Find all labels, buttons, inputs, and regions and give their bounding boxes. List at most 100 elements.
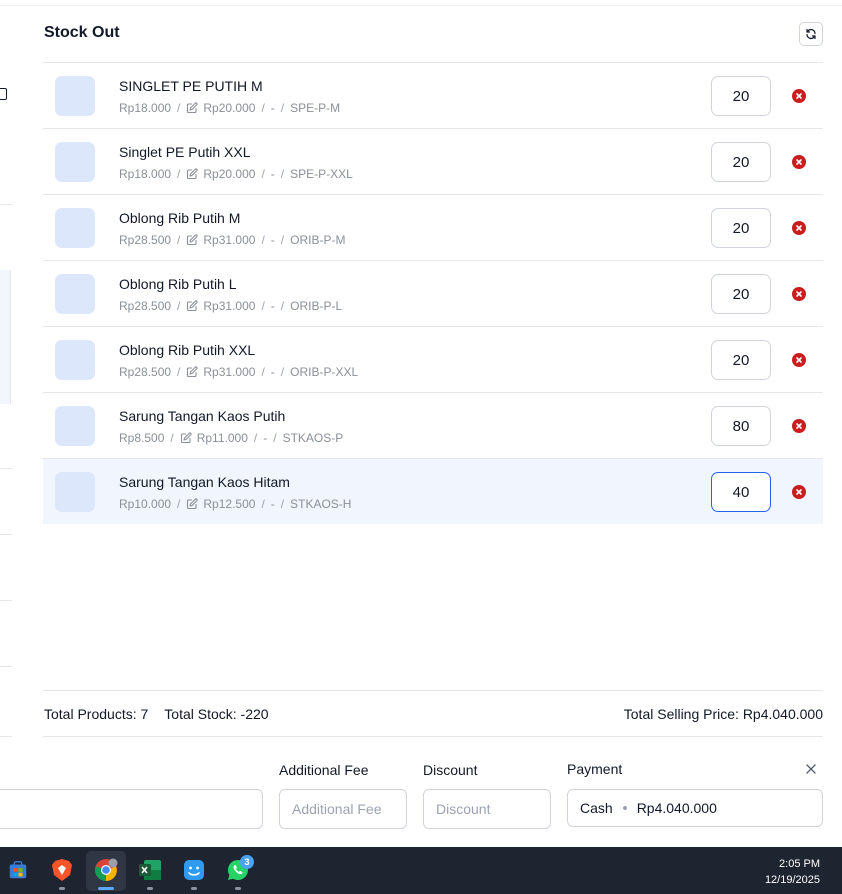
- product-meta: Rp28.500 / Rp31.000 / - / ORIB-P-M: [119, 233, 345, 247]
- quantity-input[interactable]: [711, 76, 771, 116]
- product-cost-price: Rp28.500: [119, 365, 172, 379]
- product-sku: ORIB-P-M: [290, 233, 346, 247]
- quantity-input[interactable]: [711, 142, 771, 182]
- meta-separator: /: [177, 233, 181, 247]
- taskbar-indicator: [191, 887, 197, 890]
- meta-separator: /: [280, 233, 285, 247]
- product-sku: ORIB-P-L: [290, 299, 343, 313]
- product-row[interactable]: Oblong Rib Putih L Rp28.500 / Rp31.000 /…: [43, 260, 823, 326]
- meta-separator: /: [261, 233, 265, 247]
- top-divider: [0, 5, 842, 6]
- additional-fee-input[interactable]: [279, 789, 407, 829]
- meta-separator: /: [280, 365, 285, 379]
- product-row[interactable]: Singlet PE Putih XXL Rp18.000 / Rp20.000…: [43, 128, 823, 194]
- meta-separator: /: [261, 101, 265, 115]
- left-divider: [0, 468, 12, 469]
- quantity-input[interactable]: [711, 274, 771, 314]
- left-divider: [0, 534, 12, 535]
- remove-item-button[interactable]: [792, 89, 806, 103]
- excel-button[interactable]: [137, 857, 163, 890]
- payment-label: Payment: [567, 761, 623, 777]
- product-selling-price: Rp12.500: [203, 497, 256, 511]
- product-name: Oblong Rib Putih M: [119, 210, 241, 226]
- product-selling-price: Rp31.000: [203, 299, 256, 313]
- product-meta: Rp28.500 / Rp31.000 / - / ORIB-P-XXL: [119, 365, 358, 379]
- product-row[interactable]: SINGLET PE PUTIH M Rp18.000 / Rp20.000 /…: [43, 62, 823, 128]
- quantity-input[interactable]: [711, 472, 771, 512]
- product-thumbnail: [55, 472, 95, 512]
- left-divider: [0, 204, 12, 205]
- product-cost-price: Rp10.000: [119, 497, 172, 511]
- product-meta: Rp8.500 / Rp11.000 / - / STKAOS-P: [119, 431, 343, 445]
- page-title: Stock Out: [44, 24, 120, 41]
- edit-icon[interactable]: [186, 102, 199, 114]
- quantity-input[interactable]: [711, 208, 771, 248]
- left-divider: [0, 736, 12, 737]
- edit-icon[interactable]: [186, 168, 199, 180]
- meta-separator: /: [177, 101, 181, 115]
- close-icon[interactable]: [804, 762, 818, 776]
- remove-item-button[interactable]: [792, 155, 806, 169]
- additional-fee-label: Additional Fee: [279, 762, 369, 778]
- left-highlight: [0, 270, 11, 404]
- chrome-button[interactable]: [93, 857, 119, 883]
- taskbar-indicator: [59, 887, 65, 890]
- stock-out-page: Stock Out SINGLET PE PUTIH M Rp18.000 / …: [0, 0, 842, 894]
- summary-left: Total Products: 7 Total Stock: -220: [44, 706, 269, 722]
- windows-store-button[interactable]: [5, 857, 31, 883]
- clipped-input[interactable]: [0, 789, 263, 829]
- edit-icon[interactable]: [186, 366, 199, 378]
- remove-item-button[interactable]: [792, 287, 806, 301]
- product-cost-price: Rp8.500: [119, 431, 165, 445]
- clock-time: 2:05 PM: [779, 858, 820, 870]
- brave-button[interactable]: [49, 857, 75, 890]
- product-row[interactable]: Sarung Tangan Kaos Hitam Rp10.000 / Rp12…: [43, 458, 823, 524]
- edit-icon[interactable]: [186, 234, 199, 246]
- product-name: Sarung Tangan Kaos Putih: [119, 408, 286, 424]
- product-variant: -: [270, 167, 275, 181]
- remove-x-icon: [796, 159, 802, 165]
- edit-icon[interactable]: [180, 432, 192, 444]
- product-thumbnail: [55, 340, 95, 380]
- taskbar-indicator: [147, 887, 153, 890]
- meta-separator: /: [261, 497, 265, 511]
- payment-amount: Rp4.040.000: [636, 800, 717, 816]
- product-row[interactable]: Oblong Rib Putih M Rp28.500 / Rp31.000 /…: [43, 194, 823, 260]
- remove-item-button[interactable]: [792, 353, 806, 367]
- edit-icon[interactable]: [186, 498, 199, 510]
- quantity-input[interactable]: [711, 340, 771, 380]
- clipped-icon[interactable]: [0, 88, 7, 100]
- edit-icon[interactable]: [186, 300, 199, 312]
- product-cost-price: Rp28.500: [119, 299, 172, 313]
- product-sku: STKAOS-P: [282, 431, 344, 445]
- product-row[interactable]: Oblong Rib Putih XXL Rp28.500 / Rp31.000…: [43, 326, 823, 392]
- left-panel-clipped: [0, 0, 12, 740]
- quantity-input[interactable]: [711, 406, 771, 446]
- product-name: SINGLET PE PUTIH M: [119, 78, 263, 94]
- finder-button[interactable]: [181, 857, 207, 890]
- remove-item-button[interactable]: [792, 485, 806, 499]
- meta-separator: /: [177, 497, 181, 511]
- remove-x-icon: [796, 291, 802, 297]
- discount-input[interactable]: [423, 789, 551, 829]
- product-variant: -: [270, 365, 275, 379]
- product-row[interactable]: Sarung Tangan Kaos Putih Rp8.500 / Rp11.…: [43, 392, 823, 458]
- excel-icon: [139, 860, 161, 880]
- remove-item-button[interactable]: [792, 419, 806, 433]
- product-variant: -: [263, 431, 268, 445]
- remove-item-button[interactable]: [792, 221, 806, 235]
- meta-separator: /: [280, 167, 285, 181]
- system-clock[interactable]: 2:05 PM 12/19/2025: [765, 856, 820, 888]
- left-divider: [0, 666, 12, 667]
- product-meta: Rp18.000 / Rp20.000 / - / SPE-P-M: [119, 101, 340, 115]
- whatsapp-notification-badge: 3: [240, 855, 254, 869]
- taskbar-active-indicator: [98, 887, 114, 890]
- total-products: Total Products: 7: [44, 706, 149, 722]
- product-meta: Rp18.000 / Rp20.000 / - / SPE-P-XXL: [119, 167, 353, 181]
- product-variant: -: [270, 299, 275, 313]
- payment-summary[interactable]: Cash Rp4.040.000: [567, 789, 823, 827]
- discount-label: Discount: [423, 762, 478, 778]
- product-selling-price: Rp31.000: [203, 365, 256, 379]
- meta-separator: /: [261, 167, 265, 181]
- refresh-button[interactable]: [799, 22, 823, 46]
